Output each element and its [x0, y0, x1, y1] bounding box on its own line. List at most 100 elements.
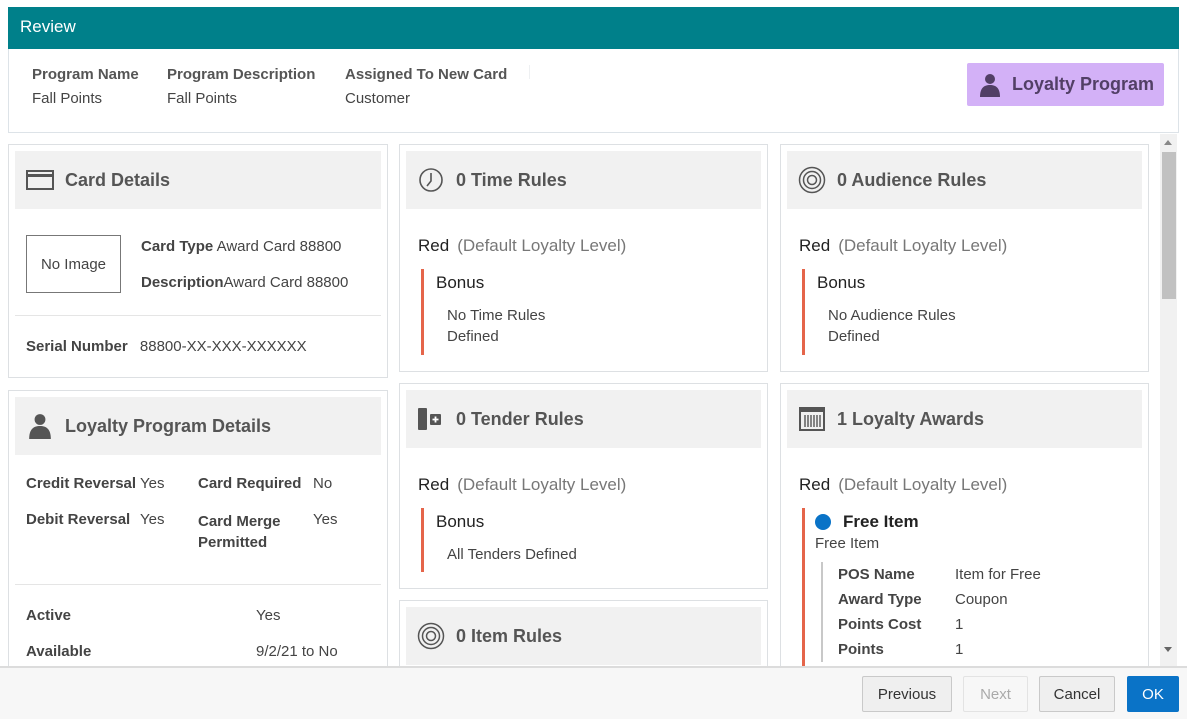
field-value: Award Card 88800 [216, 238, 342, 255]
loyalty-awards-panel: 1 Loyalty Awards Red (Default Loyalty Lev… [780, 383, 1149, 666]
bonus-text-line: No Time Rules [447, 307, 546, 324]
dialog-footer: Previous Next Cancel OK [0, 666, 1187, 719]
field-value: Yes [313, 511, 338, 528]
field-label: Card Type [141, 238, 214, 255]
dialog-title: Review [20, 17, 76, 36]
field-value: 88800-XX-XXX-XXXXXX [139, 338, 307, 355]
time-rules-title: 0 Time Rules [456, 169, 567, 190]
loyalty-level: Red (Default Loyalty Level) [418, 236, 626, 256]
loyalty-awards-header: 1 Loyalty Awards [787, 390, 1142, 448]
level-name: Red [799, 236, 831, 255]
level-name: Red [799, 475, 831, 494]
card-required-value: No [313, 475, 332, 492]
bonus-text: No Time Rules Defined [436, 305, 545, 347]
review-content: Card Details No Image Card Type Award Ca… [0, 134, 1187, 666]
scroll-down-arrow-icon[interactable] [1164, 647, 1172, 652]
summary-program-description: Program Description Fall Points [167, 66, 315, 107]
bonus-text-line: Defined [447, 328, 499, 345]
available-field: Available [26, 643, 91, 660]
scrollbar-thumb[interactable] [1162, 152, 1176, 299]
cancel-button[interactable]: Cancel [1039, 676, 1115, 712]
card-type-field: Card Type Award Card 88800 [141, 238, 341, 255]
field-label: Active [26, 607, 72, 624]
bonus-title: Bonus [436, 273, 485, 292]
award-field: POS Name Item for Free [838, 562, 1041, 587]
loyalty-level: Red (Default Loyalty Level) [799, 236, 1007, 256]
target-icon [797, 165, 827, 195]
serial-number-field: Serial Number 88800-XX-XXX-XXXXXX [26, 338, 307, 355]
audience-rules-panel: 0 Audience Rules Red (Default Loyalty Lev… [780, 144, 1149, 372]
item-rules-header: 0 Item Rules [406, 607, 761, 665]
field-label: Card Merge Permitted [198, 513, 281, 551]
credit-reversal-value: Yes [140, 475, 164, 492]
field-label: Description [141, 274, 224, 291]
program-summary: Program Name Fall Points Program Descrip… [8, 49, 1179, 133]
field-label: Debit Reversal [26, 511, 131, 528]
summary-label: Program Description [167, 66, 316, 83]
loyalty-program-badge: Loyalty Program [967, 63, 1164, 106]
loyalty-program-details-panel: Loyalty Program Details Credit Reversal … [8, 390, 388, 666]
field-label: Award Type [838, 591, 922, 608]
field-value: Yes [140, 511, 165, 528]
target-icon [416, 621, 446, 651]
previous-button[interactable]: Previous [862, 676, 952, 712]
next-button[interactable]: Next [963, 676, 1028, 712]
bonus-block: Bonus No Time Rules Defined [421, 269, 545, 355]
credit-reversal-field: Credit Reversal [26, 475, 136, 492]
loyalty-details-title: Loyalty Program Details [65, 415, 272, 436]
award-subtitle: Free Item [815, 535, 880, 552]
loyalty-awards-title: 1 Loyalty Awards [837, 408, 985, 429]
available-value: 9/2/21 to No [256, 643, 338, 660]
bonus-title: Bonus [817, 273, 866, 292]
card-details-header: Card Details [15, 151, 381, 209]
level-name: Red [418, 236, 450, 255]
award-block: Free Item Free Item POS Name Item for Fre… [802, 508, 1041, 666]
tender-rules-header: 0 Tender Rules [406, 390, 761, 448]
field-label: Credit Reversal [26, 475, 137, 492]
bonus-text-line: No Audience Rules [828, 307, 956, 324]
level-note: (Default Loyalty Level) [838, 236, 1008, 255]
award-field: Award Type Coupon [838, 587, 1041, 612]
vertical-scrollbar[interactable] [1160, 134, 1177, 666]
field-value: No [313, 475, 333, 492]
level-note: (Default Loyalty Level) [457, 236, 627, 255]
bonus-block: Bonus No Audience Rules Defined [802, 269, 956, 355]
person-icon [980, 73, 1000, 97]
award-header: Free Item [815, 512, 1041, 532]
summary-value: Fall Points [32, 90, 103, 107]
award-details: POS Name Item for Free Award Type Coupon P… [821, 562, 1041, 662]
summary-program-name: Program Name Fall Points [32, 66, 139, 107]
summary-value: Fall Points [167, 90, 238, 107]
field-label: Points [838, 641, 884, 658]
credit-card-icon [25, 165, 55, 195]
card-merge-field: Card Merge Permitted [198, 511, 298, 553]
clock-icon [416, 165, 446, 195]
bonus-title: Bonus [436, 512, 485, 531]
summary-label: Program Name [32, 66, 139, 83]
field-label: Available [26, 643, 92, 660]
field-label: POS Name [838, 566, 915, 583]
ok-button[interactable]: OK [1127, 676, 1179, 712]
tender-add-icon [416, 404, 446, 434]
debit-reversal-value: Yes [140, 511, 164, 528]
bonus-text: All Tenders Defined [436, 544, 577, 565]
item-rules-panel: 0 Item Rules [399, 600, 768, 666]
card-image-placeholder: No Image [26, 235, 121, 293]
loyalty-level: Red (Default Loyalty Level) [418, 475, 626, 495]
summary-label: Assigned To New Card [345, 66, 508, 83]
audience-rules-header: 0 Audience Rules [787, 151, 1142, 209]
divider [15, 315, 381, 316]
field-label: Card Required [198, 475, 302, 492]
summary-divider [529, 65, 530, 79]
scroll-up-arrow-icon[interactable] [1164, 140, 1172, 145]
field-value: Yes [140, 475, 165, 492]
field-value: 1 [955, 616, 964, 633]
barcode-icon [797, 404, 827, 434]
field-value: 1 [955, 641, 964, 658]
badge-label: Loyalty Program [1012, 74, 1155, 94]
summary-value: Customer [345, 90, 411, 107]
field-label: Serial Number [26, 338, 128, 355]
active-field: Active [26, 607, 71, 624]
item-rules-title: 0 Item Rules [456, 625, 563, 646]
level-name: Red [418, 475, 450, 494]
